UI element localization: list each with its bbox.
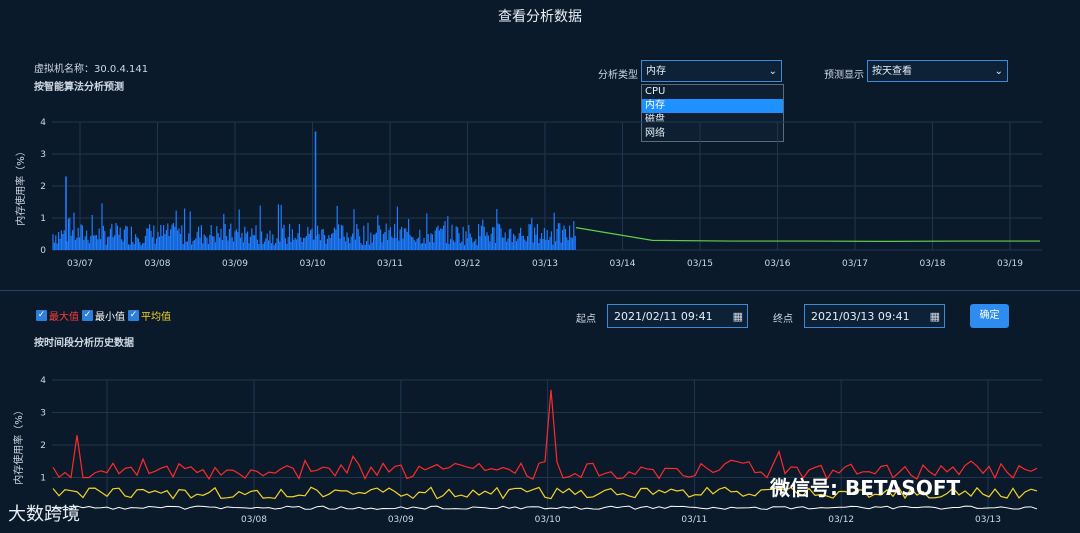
checkbox-max-label: 最大值: [49, 312, 79, 323]
forecast-line: [575, 227, 1040, 242]
vm-name: 虚拟机名称：30.0.4.141: [34, 64, 149, 75]
x-tick-label: 03/18: [920, 259, 946, 269]
y-tick-label: 3: [40, 150, 46, 160]
x-tick-label: 03/14: [610, 259, 636, 269]
watermark-left: 大数跨境: [8, 504, 80, 525]
y-tick-label: 2: [40, 182, 46, 192]
chevron-down-icon: ⌄: [768, 66, 777, 77]
x-tick-label: 03/11: [377, 259, 403, 269]
watermark-right: 微信号: BETASOFT: [770, 476, 961, 500]
y-tick-label: 1: [40, 474, 46, 484]
checkbox-avg[interactable]: ✓ 平均值: [128, 308, 171, 323]
start-date-value: 2021/02/11 09:41: [614, 310, 713, 323]
analysis-type-value: 内存: [646, 66, 666, 77]
checkbox-min-label: 最小值: [95, 312, 125, 323]
checkbox-checked-icon: ✓: [82, 310, 93, 321]
y-tick-label: 2: [40, 441, 46, 451]
min-line: [52, 505, 1038, 510]
confirm-button[interactable]: 确定: [970, 304, 1009, 328]
history-chart: 1 2 3 4 03/08 03/09 03/10 03/11 03/12 03/13 内存使用率（…: [12, 376, 1042, 525]
checkbox-min[interactable]: ✓ 最小值: [82, 308, 125, 323]
history-section-title: 按时间段分析历史数据: [34, 338, 134, 349]
x-tick-label: 03/16: [765, 259, 791, 269]
x-tick-label: 03/08: [241, 515, 267, 525]
end-date-input[interactable]: 2021/03/13 09:41 ▦: [804, 304, 945, 328]
y-axis-label: 内存使用率（%）: [14, 146, 27, 226]
checkbox-avg-label: 平均值: [141, 312, 171, 323]
forecast-chart: 0 1 2 3 4 03/07 03/08 03/09 03/10 03/11 03/12 03/13…: [14, 118, 1042, 269]
forecast-display-label: 预测显示: [824, 70, 864, 81]
y-tick-label: 0: [40, 246, 46, 256]
x-tick-label: 03/09: [388, 515, 414, 525]
analysis-type-select[interactable]: 内存 ⌄: [641, 60, 782, 82]
x-tick-label: 03/10: [535, 515, 561, 525]
x-tick-label: 03/10: [300, 259, 326, 269]
x-tick-label: 03/09: [222, 259, 248, 269]
y-tick-label: 3: [40, 409, 46, 419]
y-tick-label: 4: [40, 376, 46, 386]
x-tick-label: 03/17: [842, 259, 868, 269]
x-tick-label: 03/13: [975, 515, 1001, 525]
x-tick-label: 03/15: [687, 259, 713, 269]
y-tick-label: 4: [40, 118, 46, 128]
calendar-icon[interactable]: ▦: [930, 305, 940, 329]
x-tick-label: 03/07: [67, 259, 93, 269]
forecast-display-select[interactable]: 按天查看 ⌄: [867, 60, 1008, 82]
option-cpu[interactable]: CPU: [642, 85, 783, 99]
section-divider: [0, 290, 1080, 291]
x-tick-label: 03/11: [681, 515, 707, 525]
calendar-icon[interactable]: ▦: [733, 305, 743, 329]
y-axis-label: 内存使用率（%）: [12, 405, 25, 485]
x-tick-label: 03/19: [997, 259, 1023, 269]
x-tick-label: 03/08: [145, 259, 171, 269]
x-tick-label: 03/12: [455, 259, 481, 269]
y-tick-label: 1: [40, 214, 46, 224]
end-label: 终点: [773, 314, 793, 325]
x-tick-label: 03/12: [828, 515, 854, 525]
forecast-display-value: 按天查看: [872, 66, 912, 77]
checkbox-max[interactable]: ✓ 最大值: [36, 308, 79, 323]
chevron-down-icon: ⌄: [994, 66, 1003, 77]
x-tick-label: 03/13: [532, 259, 558, 269]
start-date-input[interactable]: 2021/02/11 09:41 ▦: [607, 304, 748, 328]
checkbox-checked-icon: ✓: [36, 310, 47, 321]
checkbox-checked-icon: ✓: [128, 310, 139, 321]
analysis-type-label: 分析类型: [598, 70, 638, 81]
max-line: [52, 389, 1038, 481]
end-date-value: 2021/03/13 09:41: [811, 310, 910, 323]
start-label: 起点: [576, 314, 596, 325]
page-title: 查看分析数据: [498, 9, 582, 25]
forecast-section-title: 按智能算法分析预测: [34, 82, 124, 93]
